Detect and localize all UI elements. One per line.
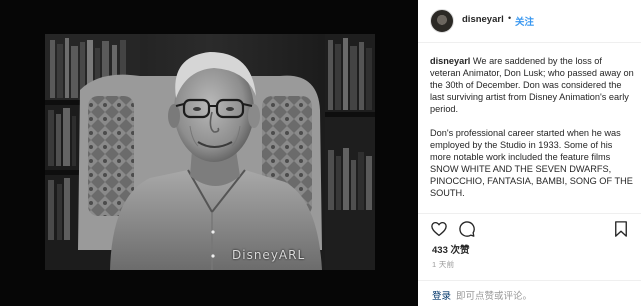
post-actions: 433 次赞 1 天前 登录 即可点赞或评论。 <box>418 213 641 305</box>
likes-count[interactable]: 433 次赞 <box>432 242 470 256</box>
avatar[interactable] <box>430 9 454 33</box>
post-timestamp[interactable]: 1 天前 <box>432 259 454 270</box>
login-prompt-text: 即可点赞或评论。 <box>456 291 533 302</box>
post-header: disneyarl • 关注 <box>418 0 641 43</box>
post-panel: disneyarl • 关注 disneyarl We are saddened… <box>418 0 641 306</box>
username-link[interactable]: disneyarl <box>462 14 504 25</box>
post-caption: disneyarl We are saddened by the loss of… <box>430 55 635 199</box>
caption-paragraph-2: Don's professional career started when h… <box>430 128 633 198</box>
caption-username[interactable]: disneyarl <box>430 56 470 66</box>
login-link[interactable]: 登录 <box>432 288 451 302</box>
follow-button[interactable]: 关注 <box>515 14 534 28</box>
bookmark-icon[interactable] <box>612 220 630 238</box>
header-separator: • <box>508 13 512 23</box>
heart-icon[interactable] <box>430 220 448 238</box>
caption-paragraph-1: disneyarl We are saddened by the loss of… <box>430 55 635 115</box>
photo-image <box>0 0 418 306</box>
comment-bar: 登录 即可点赞或评论。 <box>418 280 641 306</box>
photo-watermark: DisneyARL <box>232 248 306 262</box>
comment-icon[interactable] <box>458 220 476 238</box>
post-photo[interactable]: DisneyARL <box>0 0 418 306</box>
